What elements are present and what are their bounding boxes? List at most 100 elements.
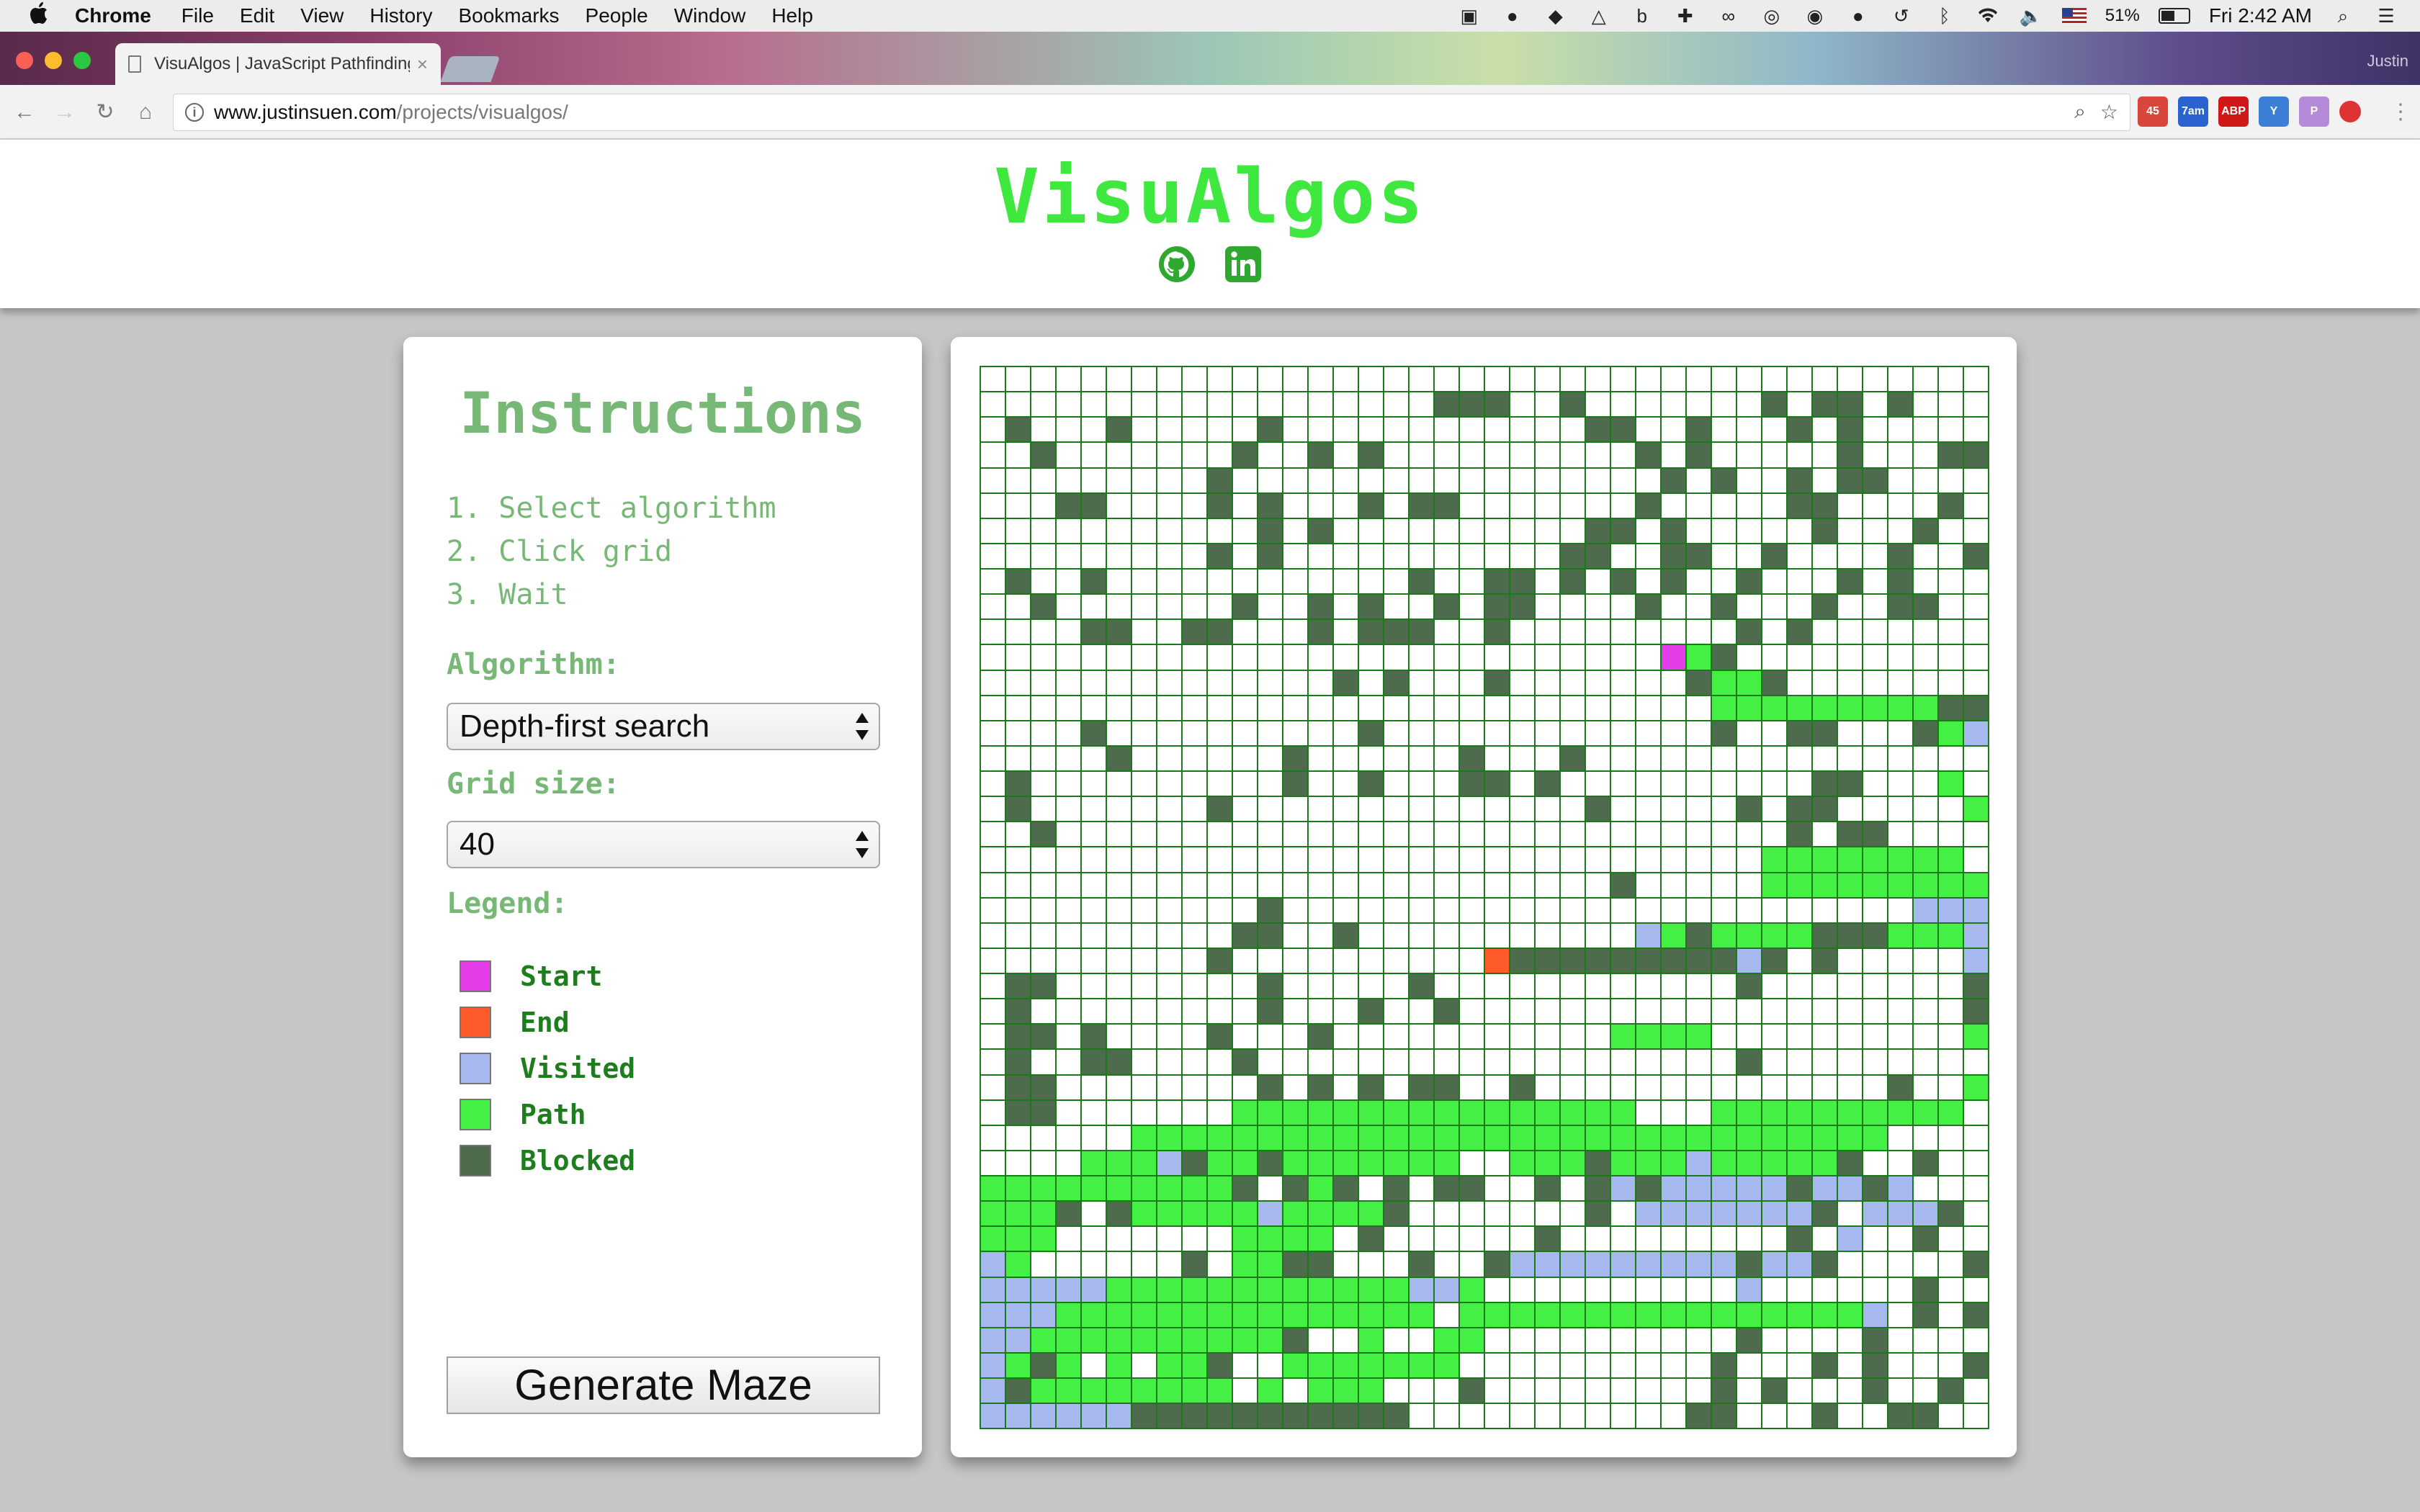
grid-cell-empty[interactable] <box>1258 873 1283 899</box>
grid-cell-blocked[interactable] <box>1964 999 1989 1025</box>
grid-cell-empty[interactable] <box>1510 822 1536 848</box>
grid-cell-empty[interactable] <box>981 948 1006 974</box>
grid-cell-empty[interactable] <box>1939 670 1964 696</box>
grid-cell-blocked[interactable] <box>1838 570 1863 595</box>
grid-cell-empty[interactable] <box>1057 670 1082 696</box>
grid-cell-empty[interactable] <box>1283 999 1309 1025</box>
grid-cell-path[interactable] <box>1258 1125 1283 1151</box>
grid-cell-empty[interactable] <box>1964 746 1989 772</box>
grid-cell-empty[interactable] <box>1813 367 1838 393</box>
grid-cell-empty[interactable] <box>1485 1075 1510 1101</box>
grid-cell-visited[interactable] <box>1888 1202 1914 1228</box>
grid-cell-path[interactable] <box>1359 1302 1384 1328</box>
grid-cell-empty[interactable] <box>1157 721 1183 747</box>
grid-cell-blocked[interactable] <box>1435 999 1460 1025</box>
grid-cell-empty[interactable] <box>1611 544 1636 570</box>
grid-cell-empty[interactable] <box>1157 645 1183 671</box>
grid-cell-empty[interactable] <box>1561 1277 1586 1303</box>
grid-cell-empty[interactable] <box>1788 1379 1813 1405</box>
grid-cell-blocked[interactable] <box>1914 1277 1939 1303</box>
grid-cell-empty[interactable] <box>1410 772 1435 798</box>
grid-cell-visited[interactable] <box>1031 1302 1057 1328</box>
grid-cell-empty[interactable] <box>1460 873 1485 899</box>
grid-cell-blocked[interactable] <box>1334 923 1359 949</box>
grid-cell-empty[interactable] <box>1838 1202 1863 1228</box>
grid-cell-empty[interactable] <box>1082 518 1107 544</box>
grid-cell-empty[interactable] <box>1057 1075 1082 1101</box>
grid-cell-blocked[interactable] <box>1939 696 1964 721</box>
grid-cell-empty[interactable] <box>1737 1075 1762 1101</box>
grid-cell-empty[interactable] <box>1107 570 1132 595</box>
grid-cell-path[interactable] <box>1082 1151 1107 1176</box>
grid-cell-empty[interactable] <box>1914 392 1939 418</box>
grid-cell-blocked[interactable] <box>1510 1075 1536 1101</box>
grid-cell-empty[interactable] <box>1536 544 1561 570</box>
grid-cell-blocked[interactable] <box>1762 392 1788 418</box>
grid-cell-empty[interactable] <box>1888 1151 1914 1176</box>
grid-cell-empty[interactable] <box>1258 772 1283 798</box>
grid-cell-empty[interactable] <box>1183 518 1208 544</box>
grid-cell-empty[interactable] <box>1435 772 1460 798</box>
grid-cell-blocked[interactable] <box>1485 392 1510 418</box>
grid-cell-path[interactable] <box>1788 1125 1813 1151</box>
grid-cell-empty[interactable] <box>1460 670 1485 696</box>
grid-cell-empty[interactable] <box>1233 1075 1258 1101</box>
grid-cell-path[interactable] <box>1031 1227 1057 1253</box>
grid-cell-empty[interactable] <box>1435 570 1460 595</box>
grid-cell-empty[interactable] <box>1334 1252 1359 1278</box>
window-maximize-button[interactable] <box>73 52 91 69</box>
grid-cell-visited[interactable] <box>1964 948 1989 974</box>
grid-cell-empty[interactable] <box>1939 570 1964 595</box>
grid-cell-path[interactable] <box>1536 1151 1561 1176</box>
bookmark-star-icon[interactable]: ☆ <box>2100 100 2118 124</box>
grid-cell-path[interactable] <box>1586 1100 1611 1126</box>
grid-cell-empty[interactable] <box>1107 772 1132 798</box>
grid-cell-empty[interactable] <box>1157 1227 1183 1253</box>
grid-cell-empty[interactable] <box>1183 898 1208 924</box>
grid-cell-empty[interactable] <box>1283 392 1309 418</box>
grid-cell-empty[interactable] <box>1863 570 1888 595</box>
grid-cell-empty[interactable] <box>1107 822 1132 848</box>
grid-cell-empty[interactable] <box>981 721 1006 747</box>
grid-cell-path[interactable] <box>1611 1125 1636 1151</box>
grid-cell-blocked[interactable] <box>1006 1100 1031 1126</box>
grid-cell-path[interactable] <box>1964 797 1989 823</box>
grid-cell-empty[interactable] <box>1485 1328 1510 1354</box>
grid-cell-empty[interactable] <box>1157 822 1183 848</box>
grid-cell-path[interactable] <box>1157 1176 1183 1202</box>
grid-cell-empty[interactable] <box>1435 898 1460 924</box>
grid-cell-path[interactable] <box>1183 1302 1208 1328</box>
grid-cell-empty[interactable] <box>1485 468 1510 494</box>
grid-cell-empty[interactable] <box>1788 1025 1813 1050</box>
grid-cell-path[interactable] <box>1914 923 1939 949</box>
generate-maze-button[interactable]: Generate Maze <box>447 1356 880 1414</box>
grid-cell-blocked[interactable] <box>1863 1379 1888 1405</box>
grid-cell-blocked[interactable] <box>1838 468 1863 494</box>
grid-cell-blocked[interactable] <box>1712 721 1737 747</box>
grid-cell-empty[interactable] <box>1233 948 1258 974</box>
grid-cell-empty[interactable] <box>1283 696 1309 721</box>
grid-cell-path[interactable] <box>1283 1227 1309 1253</box>
grid-cell-empty[interactable] <box>1157 518 1183 544</box>
grid-cell-empty[interactable] <box>1788 518 1813 544</box>
grid-cell-path[interactable] <box>1510 1100 1536 1126</box>
grid-cell-empty[interactable] <box>1107 721 1132 747</box>
grid-cell-empty[interactable] <box>1435 620 1460 646</box>
grid-cell-empty[interactable] <box>1536 797 1561 823</box>
grid-cell-empty[interactable] <box>1636 1050 1662 1076</box>
grid-cell-visited[interactable] <box>1939 898 1964 924</box>
grid-cell-empty[interactable] <box>1485 797 1510 823</box>
grid-cell-empty[interactable] <box>1561 1328 1586 1354</box>
grid-cell-empty[interactable] <box>1309 468 1334 494</box>
grid-cell-path[interactable] <box>1536 1302 1561 1328</box>
grid-cell-empty[interactable] <box>1435 670 1460 696</box>
grid-cell-empty[interactable] <box>1863 1227 1888 1253</box>
grid-cell-path[interactable] <box>1107 1328 1132 1354</box>
grid-cell-empty[interactable] <box>1309 544 1334 570</box>
grid-cell-empty[interactable] <box>1309 418 1334 444</box>
grid-cell-empty[interactable] <box>1636 847 1662 873</box>
grid-cell-empty[interactable] <box>1636 570 1662 595</box>
grid-cell-empty[interactable] <box>1233 544 1258 570</box>
status-app-icon[interactable]: ▣ <box>1457 5 1482 27</box>
grid-cell-visited[interactable] <box>981 1277 1006 1303</box>
